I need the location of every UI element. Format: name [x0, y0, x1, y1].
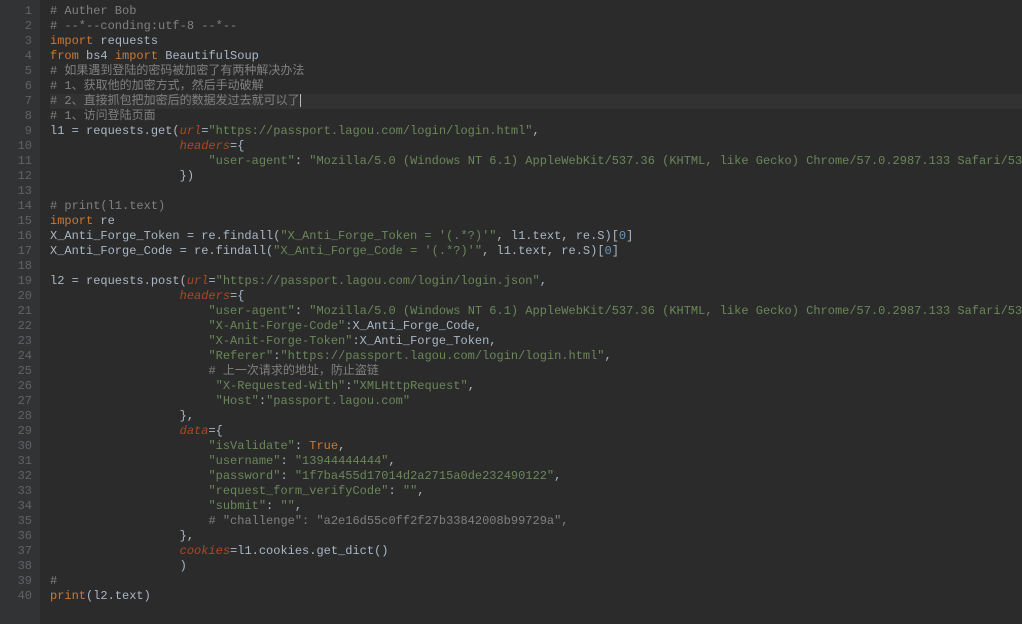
line-number: 11 [12, 154, 32, 169]
code-line[interactable]: data={ [50, 424, 1022, 439]
code-line[interactable]: l1 = requests.get(url="https://passport.… [50, 124, 1022, 139]
code-line[interactable]: "user-agent": "Mozilla/5.0 (Windows NT 6… [50, 304, 1022, 319]
line-number: 1 [12, 4, 32, 19]
line-number: 29 [12, 424, 32, 439]
code-line[interactable]: cookies=l1.cookies.get_dict() [50, 544, 1022, 559]
code-line[interactable]: # Auther Bob [50, 4, 1022, 19]
code-line[interactable]: "X-Requested-With":"XMLHttpRequest", [50, 379, 1022, 394]
line-number-gutter: 1234567891011121314151617181920212223242… [0, 0, 40, 624]
line-number: 38 [12, 559, 32, 574]
code-line[interactable]: # 1、获取他的加密方式，然后手动破解 [50, 79, 1022, 94]
code-line[interactable]: # 上一次请求的地址，防止盗链 [50, 364, 1022, 379]
line-number: 14 [12, 199, 32, 214]
line-number: 23 [12, 334, 32, 349]
code-line[interactable] [50, 259, 1022, 274]
code-line[interactable]: # "challenge": "a2e16d55c0ff2f27b3384200… [50, 514, 1022, 529]
text-cursor [300, 94, 301, 107]
line-number: 32 [12, 469, 32, 484]
code-line[interactable]: }) [50, 169, 1022, 184]
line-number: 13 [12, 184, 32, 199]
code-line[interactable]: # 如果遇到登陆的密码被加密了有两种解决办法 [50, 64, 1022, 79]
line-number: 25 [12, 364, 32, 379]
line-number: 28 [12, 409, 32, 424]
code-line[interactable]: headers={ [50, 289, 1022, 304]
line-number: 15 [12, 214, 32, 229]
line-number: 9 [12, 124, 32, 139]
code-line[interactable]: import requests [50, 34, 1022, 49]
line-number: 6 [12, 79, 32, 94]
code-line[interactable]: "X-Anit-Forge-Code":X_Anti_Forge_Code, [50, 319, 1022, 334]
code-line[interactable]: "request_form_verifyCode": "", [50, 484, 1022, 499]
code-line[interactable]: l2 = requests.post(url="https://passport… [50, 274, 1022, 289]
code-line[interactable]: }, [50, 409, 1022, 424]
code-line[interactable]: "Referer":"https://passport.lagou.com/lo… [50, 349, 1022, 364]
code-line[interactable]: "password": "1f7ba455d17014d2a2715a0de23… [50, 469, 1022, 484]
line-number: 27 [12, 394, 32, 409]
line-number: 22 [12, 319, 32, 334]
code-line[interactable]: # --*--conding:utf-8 --*-- [50, 19, 1022, 34]
code-editor[interactable]: 1234567891011121314151617181920212223242… [0, 0, 1022, 624]
line-number: 3 [12, 34, 32, 49]
code-line[interactable]: # print(l1.text) [50, 199, 1022, 214]
code-line[interactable]: headers={ [50, 139, 1022, 154]
code-line[interactable]: from bs4 import BeautifulSoup [50, 49, 1022, 64]
code-line[interactable]: "X-Anit-Forge-Token":X_Anti_Forge_Token, [50, 334, 1022, 349]
line-number: 36 [12, 529, 32, 544]
line-number: 34 [12, 499, 32, 514]
code-line[interactable]: # 2、直接抓包把加密后的数据发过去就可以了 [50, 94, 1022, 109]
line-number: 7 [12, 94, 32, 109]
line-number: 24 [12, 349, 32, 364]
line-number: 40 [12, 589, 32, 604]
code-line[interactable]: print(l2.text) [50, 589, 1022, 604]
line-number: 35 [12, 514, 32, 529]
line-number: 8 [12, 109, 32, 124]
line-number: 12 [12, 169, 32, 184]
line-number: 20 [12, 289, 32, 304]
code-area[interactable]: # Auther Bob# --*--conding:utf-8 --*--im… [40, 0, 1022, 624]
code-line[interactable]: }, [50, 529, 1022, 544]
line-number: 39 [12, 574, 32, 589]
line-number: 33 [12, 484, 32, 499]
line-number: 4 [12, 49, 32, 64]
line-number: 19 [12, 274, 32, 289]
code-line[interactable]: # [50, 574, 1022, 589]
line-number: 10 [12, 139, 32, 154]
code-line[interactable]: # 1、访问登陆页面 [50, 109, 1022, 124]
code-line[interactable]: import re [50, 214, 1022, 229]
line-number: 2 [12, 19, 32, 34]
line-number: 31 [12, 454, 32, 469]
code-line[interactable]: X_Anti_Forge_Code = re.findall("X_Anti_F… [50, 244, 1022, 259]
code-line[interactable]: "isValidate": True, [50, 439, 1022, 454]
line-number: 30 [12, 439, 32, 454]
line-number: 5 [12, 64, 32, 79]
code-line[interactable]: "user-agent": "Mozilla/5.0 (Windows NT 6… [50, 154, 1022, 169]
line-number: 21 [12, 304, 32, 319]
line-number: 17 [12, 244, 32, 259]
line-number: 37 [12, 544, 32, 559]
code-line[interactable]: ) [50, 559, 1022, 574]
line-number: 18 [12, 259, 32, 274]
code-line[interactable]: "username": "13944444444", [50, 454, 1022, 469]
line-number: 26 [12, 379, 32, 394]
line-number: 16 [12, 229, 32, 244]
code-line[interactable] [50, 184, 1022, 199]
code-line[interactable]: X_Anti_Forge_Token = re.findall("X_Anti_… [50, 229, 1022, 244]
code-line[interactable]: "Host":"passport.lagou.com" [50, 394, 1022, 409]
code-line[interactable]: "submit": "", [50, 499, 1022, 514]
